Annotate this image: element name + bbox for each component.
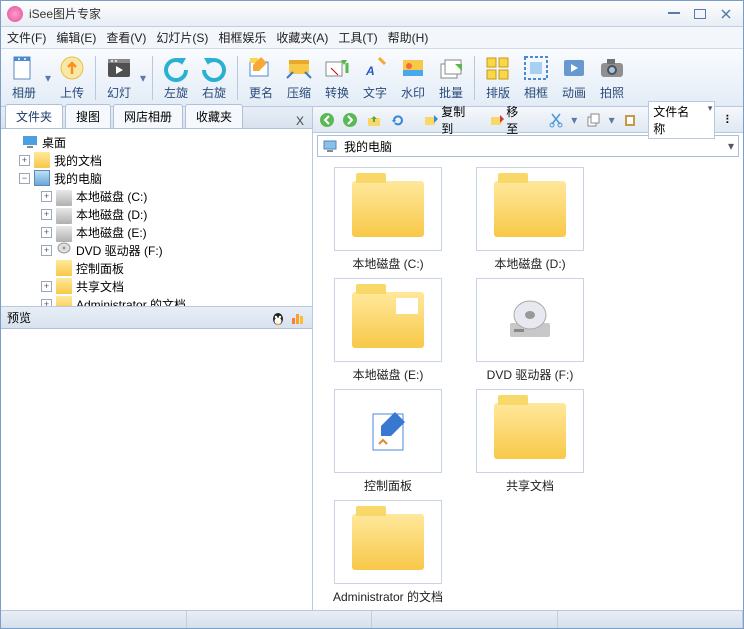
thumb-label: DVD 驱动器 (F:) [487, 366, 574, 383]
nav-paste-button[interactable] [621, 110, 641, 130]
app-icon [7, 6, 23, 22]
thumb-item[interactable]: 共享文档 [465, 389, 595, 494]
menu-frame[interactable]: 相框娱乐 [218, 29, 266, 46]
thumb-item[interactable]: 本地磁盘 (C:) [323, 167, 453, 272]
nav-refresh-button[interactable] [388, 110, 408, 130]
frame-button[interactable]: 相框 [518, 52, 554, 104]
batch-button[interactable]: 批量 [433, 52, 469, 104]
rename-button[interactable]: 更名 [243, 52, 279, 104]
main-toolbar: 相册 ▾ 上传 幻灯 ▾ 左旋 右旋 更名 压缩 转换 A文字 水印 批量 排版… [1, 49, 743, 107]
folder-tree: 桌面 +我的文档 −我的电脑 +本地磁盘 (C:) +本地磁盘 (D:) +本地… [1, 129, 312, 307]
thumb-label: 本地磁盘 (D:) [494, 255, 565, 272]
convert-button[interactable]: 转换 [319, 52, 355, 104]
filename-dropdown[interactable]: 文件名称 [648, 101, 715, 139]
watermark-button[interactable]: 水印 [395, 52, 431, 104]
address-text: 我的电脑 [344, 138, 392, 155]
tree-drive-c[interactable]: +本地磁盘 (C:) [3, 187, 310, 205]
thumb-label: 本地磁盘 (C:) [352, 255, 423, 272]
tree-desktop[interactable]: 桌面 [3, 133, 310, 151]
thumb-label: Administrator 的文档 [333, 588, 443, 605]
nav-more-button[interactable]: ⠇ [719, 110, 739, 130]
tree-drive-f[interactable]: +DVD 驱动器 (F:) [3, 241, 310, 259]
left-pane: 文件夹 搜图 网店相册 收藏夹 X 桌面 +我的文档 −我的电脑 +本地磁盘 (… [1, 107, 313, 610]
slide-dropdown[interactable]: ▾ [138, 64, 148, 92]
left-tabs: 文件夹 搜图 网店相册 收藏夹 X [1, 107, 312, 129]
tree-admin-docs[interactable]: +Administrator 的文档 [3, 295, 310, 307]
svg-text:A: A [365, 64, 375, 78]
minimize-button[interactable] [663, 7, 685, 21]
menu-edit[interactable]: 编辑(E) [56, 29, 96, 46]
text-button[interactable]: A文字 [357, 52, 393, 104]
nav-up-button[interactable] [364, 110, 384, 130]
chart-icon[interactable] [290, 310, 306, 326]
anim-button[interactable]: 动画 [556, 52, 592, 104]
nav-moveto-button[interactable]: 移至 [485, 103, 534, 137]
menu-file[interactable]: 文件(F) [7, 29, 46, 46]
menu-tools[interactable]: 工具(T) [338, 29, 377, 46]
qq-icon[interactable] [270, 310, 286, 326]
menu-help[interactable]: 帮助(H) [388, 29, 429, 46]
tree-drive-d[interactable]: +本地磁盘 (D:) [3, 205, 310, 223]
close-button[interactable] [715, 7, 737, 21]
thumbnail-grid: 本地磁盘 (C:) 本地磁盘 (D:) 本地磁盘 (E:) DVD 驱动器 (F:) 控… [313, 159, 743, 610]
thumb-item[interactable]: DVD 驱动器 (F:) [465, 278, 595, 383]
nav-cut-button[interactable] [546, 110, 566, 130]
compress-button[interactable]: 压缩 [281, 52, 317, 104]
sort-button[interactable]: 排版 [480, 52, 516, 104]
address-icon [322, 138, 338, 154]
nav-copy-dropdown[interactable]: ▾ [607, 106, 617, 134]
preview-header: 预览 [1, 307, 312, 329]
album-dropdown[interactable]: ▾ [43, 64, 53, 92]
address-dropdown-icon[interactable]: ▾ [728, 139, 734, 153]
thumb-item[interactable]: 控制面板 [323, 389, 453, 494]
slide-button[interactable]: 幻灯 [101, 52, 137, 104]
rotate-right-button[interactable]: 右旋 [196, 52, 232, 104]
nav-copy-button[interactable] [583, 110, 603, 130]
thumb-item[interactable]: 本地磁盘 (D:) [465, 167, 595, 272]
tree-shared-docs[interactable]: +共享文档 [3, 277, 310, 295]
menu-view[interactable]: 查看(V) [106, 29, 146, 46]
thumb-label: 控制面板 [364, 477, 412, 494]
tabs-close-button[interactable]: X [296, 114, 304, 128]
thumb-label: 共享文档 [506, 477, 554, 494]
tree-drive-e[interactable]: +本地磁盘 (E:) [3, 223, 310, 241]
tree-mydoc[interactable]: +我的文档 [3, 151, 310, 169]
preview-area [1, 329, 312, 610]
thumb-label: 本地磁盘 (E:) [353, 366, 424, 383]
nav-back-button[interactable] [317, 110, 337, 130]
window-title: iSee图片专家 [29, 5, 659, 22]
nav-toolbar: 复制到 移至 ▾ ▾ 文件名称 ⠇ [313, 107, 743, 133]
tab-favorites[interactable]: 收藏夹 [185, 104, 243, 128]
tree-control-panel[interactable]: 控制面板 [3, 259, 310, 277]
tree-mypc[interactable]: −我的电脑 [3, 169, 310, 187]
tab-folder[interactable]: 文件夹 [5, 104, 63, 128]
menu-bar: 文件(F) 编辑(E) 查看(V) 幻灯片(S) 相框娱乐 收藏夹(A) 工具(… [1, 27, 743, 49]
status-bar [1, 610, 743, 628]
thumb-item[interactable]: Administrator 的文档 [323, 500, 453, 605]
right-pane: 复制到 移至 ▾ ▾ 文件名称 ⠇ 我的电脑 ▾ 本地磁盘 (C:)本地磁盘 (… [313, 107, 743, 610]
nav-forward-button[interactable] [341, 110, 361, 130]
maximize-button[interactable] [689, 7, 711, 21]
tab-search[interactable]: 搜图 [65, 104, 111, 128]
title-bar: iSee图片专家 [1, 1, 743, 27]
album-button[interactable]: 相册 [6, 52, 42, 104]
preview-title: 预览 [7, 309, 31, 326]
shoot-button[interactable]: 拍照 [594, 52, 630, 104]
nav-cut-dropdown[interactable]: ▾ [569, 106, 579, 134]
menu-fav[interactable]: 收藏夹(A) [276, 29, 328, 46]
thumb-item[interactable]: 本地磁盘 (E:) [323, 278, 453, 383]
nav-copyto-button[interactable]: 复制到 [419, 103, 480, 137]
rotate-left-button[interactable]: 左旋 [158, 52, 194, 104]
tab-netalbum[interactable]: 网店相册 [113, 104, 183, 128]
menu-slide[interactable]: 幻灯片(S) [156, 29, 208, 46]
upload-button[interactable]: 上传 [54, 52, 90, 104]
